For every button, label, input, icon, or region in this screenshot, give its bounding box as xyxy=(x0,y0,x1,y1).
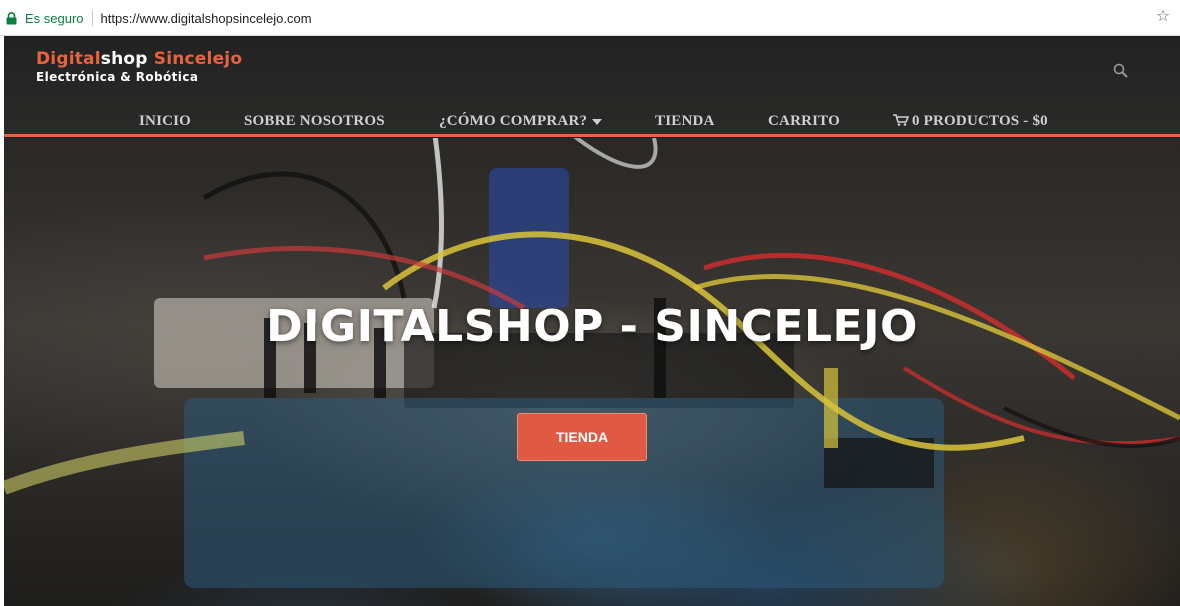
url-text[interactable]: https://www.digitalshopsincelejo.com xyxy=(101,11,312,26)
nav-label: INICIO xyxy=(139,113,192,129)
logo-part-shop: shop xyxy=(100,49,148,69)
main-navigation: INICIO SOBRE NOSOTROS ¿CÓMO COMPRAR? TIE… xyxy=(4,108,1180,134)
site-logo[interactable]: Digitalshop Sincelejo Electrónica & Robó… xyxy=(36,49,242,91)
logo-part-digital: Digital xyxy=(36,49,101,69)
hero-title: DIGITALSHOP - SINCELEJO xyxy=(266,301,918,352)
address-separator xyxy=(91,10,93,26)
logo-part-sincelejo: Sincelejo xyxy=(147,49,243,69)
website: Digitalshop Sincelejo Electrónica & Robó… xyxy=(4,36,1180,606)
lock-icon xyxy=(6,10,20,26)
nav-item-carrito[interactable]: CARRITO xyxy=(768,110,840,132)
nav-label: CARRITO xyxy=(768,113,840,129)
browser-address-bar: Es seguro https://www.digitalshopsincele… xyxy=(0,0,1180,36)
nav-label: SOBRE NOSOTROS xyxy=(244,113,385,129)
logo-tagline: Electrónica & Robótica xyxy=(36,70,199,84)
cart-summary-label: 0 PRODUCTOS - $0 xyxy=(912,113,1048,129)
header-accent-line xyxy=(4,134,1180,137)
star-icon[interactable]: ☆ xyxy=(1154,7,1172,25)
hero-image-wires xyxy=(4,138,1180,588)
logo-title: Digitalshop Sincelejo xyxy=(36,49,242,69)
caret-down-icon xyxy=(592,118,603,125)
hero-shop-button[interactable]: TIENDA xyxy=(517,413,647,461)
nav-item-sobre-nosotros[interactable]: SOBRE NOSOTROS xyxy=(244,110,385,132)
shopping-cart-icon xyxy=(893,111,910,126)
nav-label: ¿CÓMO COMPRAR? xyxy=(439,113,588,129)
nav-item-como-comprar[interactable]: ¿CÓMO COMPRAR? xyxy=(439,110,603,132)
nav-item-tienda[interactable]: TIENDA xyxy=(655,110,715,132)
secure-label: Es seguro xyxy=(25,10,84,26)
omnibox[interactable]: Es seguro https://www.digitalshopsincele… xyxy=(6,6,1150,30)
search-icon[interactable] xyxy=(1112,62,1130,80)
nav-label: TIENDA xyxy=(655,113,715,129)
nav-item-cart-summary[interactable]: 0 PRODUCTOS - $0 xyxy=(893,110,1048,132)
nav-item-inicio[interactable]: INICIO xyxy=(139,110,191,132)
